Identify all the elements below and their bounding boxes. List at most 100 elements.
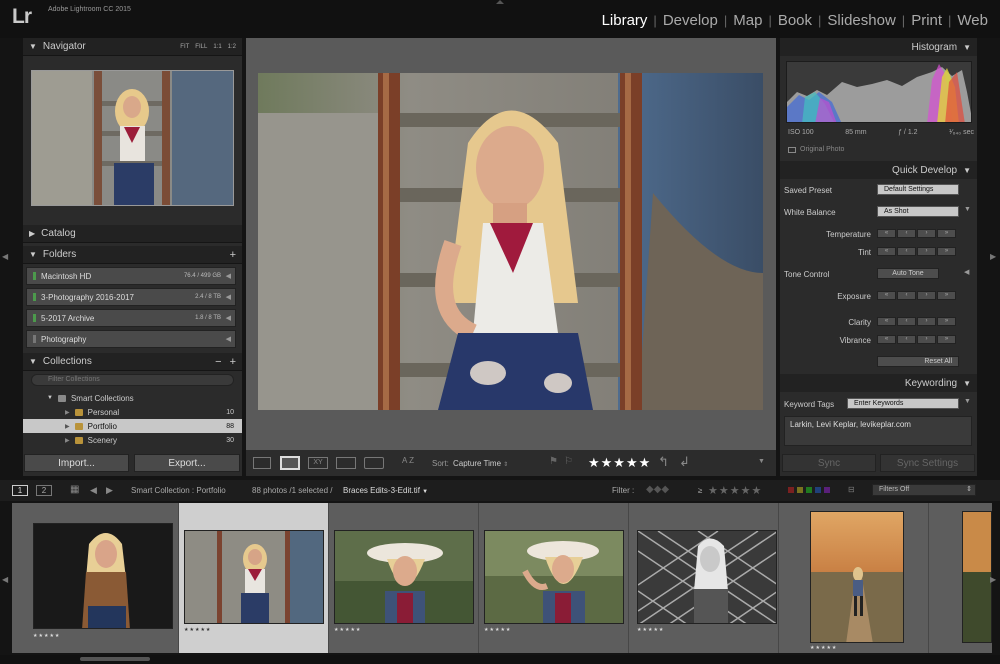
zoom-1-2[interactable]: 1:2 xyxy=(228,44,236,50)
rotate-right-icon[interactable]: ↲ xyxy=(679,454,690,470)
vibrance-steppers[interactable]: «‹ ›» xyxy=(877,335,956,344)
grid-icon[interactable]: ▦ xyxy=(70,484,79,495)
blue-label-icon[interactable] xyxy=(815,487,821,493)
film-thumbnail[interactable] xyxy=(637,530,777,624)
back-arrow-icon[interactable]: ◀ xyxy=(90,485,97,496)
zoom-fit[interactable]: FIT xyxy=(180,44,189,50)
flag-filter-icons[interactable]: ◆◆◆ xyxy=(646,484,669,495)
histogram-graph[interactable] xyxy=(786,61,972,123)
navigator-header[interactable]: ▼ Navigator FIT FILL 1:1 1:2 xyxy=(23,38,242,56)
compare-view-icon[interactable]: XY xyxy=(308,457,328,469)
filmstrip-right-arrow-icon[interactable]: ▶ xyxy=(990,575,996,584)
green-label-icon[interactable] xyxy=(806,487,812,493)
rotate-left-icon[interactable]: ↰ xyxy=(658,454,669,470)
forward-arrow-icon[interactable]: ▶ xyxy=(106,485,113,496)
color-label-filter[interactable] xyxy=(788,487,830,493)
module-web[interactable]: Web xyxy=(951,12,994,29)
loupe-view-icon[interactable] xyxy=(280,456,300,470)
tone-expand-icon[interactable]: ◀ xyxy=(964,268,969,276)
collection-scenery[interactable]: ▶ Scenery 30 xyxy=(23,433,242,447)
purple-label-icon[interactable] xyxy=(824,487,830,493)
sync-button[interactable]: Sync xyxy=(782,454,876,472)
rating-filter-stars[interactable]: ★★★★★ xyxy=(708,484,762,497)
add-collection-icon[interactable]: + xyxy=(230,356,236,368)
catalog-header[interactable]: ▶ Catalog xyxy=(23,225,242,243)
navigator-preview[interactable] xyxy=(31,70,234,206)
sort-select[interactable]: Capture Time ⇕ xyxy=(453,459,508,468)
selected-file[interactable]: Braces Edits-3-Edit.tif ▼ xyxy=(343,486,428,495)
module-print[interactable]: Print xyxy=(905,12,948,29)
people-view-icon[interactable] xyxy=(364,457,384,469)
source-label[interactable]: Smart Collection : Portfolio xyxy=(131,486,226,495)
add-folder-icon[interactable]: + xyxy=(230,249,236,261)
export-button[interactable]: Export... xyxy=(134,454,240,472)
filmstrip-scrollbar[interactable] xyxy=(0,655,1000,664)
module-develop[interactable]: Develop xyxy=(657,12,724,29)
remove-collection-icon[interactable]: − xyxy=(215,356,221,368)
collapse-top-icon[interactable] xyxy=(496,0,504,4)
collections-header[interactable]: ▼ Collections − + xyxy=(23,353,242,371)
zoom-1-1[interactable]: 1:1 xyxy=(213,44,221,50)
volume-arrow-icon[interactable]: ◀ xyxy=(226,335,231,343)
film-cell[interactable]: ★★★★★ xyxy=(29,503,179,653)
volume-2017-archive[interactable]: 5-2017 Archive 1.8 / 8 TB ◀ xyxy=(26,309,236,327)
histogram-header[interactable]: Histogram ▼ xyxy=(780,38,977,56)
red-label-icon[interactable] xyxy=(788,487,794,493)
auto-tone-button[interactable]: Auto Tone xyxy=(877,268,939,279)
lock-icon[interactable]: ⊟ xyxy=(848,485,855,494)
main-photo[interactable] xyxy=(258,73,763,410)
film-cell[interactable]: ★★★★★ xyxy=(779,503,929,653)
quick-develop-header[interactable]: Quick Develop ▼ xyxy=(780,161,977,179)
module-library[interactable]: Library xyxy=(596,12,654,29)
keywords-textarea[interactable]: Larkin, Levi Keplar, levikeplar.com xyxy=(784,416,972,446)
smart-collections-folder[interactable]: ▼ Smart Collections xyxy=(23,391,242,405)
film-cell-selected[interactable]: ★★★★★ xyxy=(179,503,329,653)
yellow-label-icon[interactable] xyxy=(797,487,803,493)
rating-ge[interactable]: ≥ xyxy=(698,486,702,495)
white-balance-select[interactable]: As Shot xyxy=(877,206,959,217)
volume-macintosh-hd[interactable]: Macintosh HD 76.4 / 499 GB ◀ xyxy=(26,267,236,285)
temperature-steppers[interactable]: «‹ ›» xyxy=(877,229,956,238)
volume-arrow-icon[interactable]: ◀ xyxy=(226,293,231,301)
clarity-steppers[interactable]: «‹ ›» xyxy=(877,317,956,326)
film-thumbnail[interactable] xyxy=(334,530,474,624)
film-cell[interactable]: ★★★★★ xyxy=(329,503,479,653)
volume-arrow-icon[interactable]: ◀ xyxy=(226,272,231,280)
flag-reject-icon[interactable]: ⚐ xyxy=(564,456,573,467)
volume-photography-2016[interactable]: 3-Photography 2016-2017 2.4 / 8 TB ◀ xyxy=(26,288,236,306)
filmstrip-scroll-thumb[interactable] xyxy=(80,657,150,661)
film-thumbnail[interactable] xyxy=(962,511,992,643)
module-map[interactable]: Map xyxy=(727,12,768,29)
secondary-window-button[interactable]: 2 xyxy=(36,485,52,496)
import-button[interactable]: Import... xyxy=(24,454,129,472)
exposure-steppers[interactable]: «‹ ›» xyxy=(877,291,956,300)
grid-view-icon[interactable] xyxy=(253,457,271,469)
sync-settings-button[interactable]: Sync Settings xyxy=(880,454,975,472)
filter-collections-input[interactable]: Filter Collections xyxy=(31,374,234,386)
film-cell[interactable]: ★★★★★ xyxy=(479,503,629,653)
module-slideshow[interactable]: Slideshow xyxy=(821,12,901,29)
module-book[interactable]: Book xyxy=(772,12,818,29)
keyword-expand-icon[interactable]: ▼ xyxy=(964,398,971,405)
filmstrip-left-arrow-icon[interactable]: ◀ xyxy=(2,575,8,584)
zoom-fill[interactable]: FILL xyxy=(195,44,207,50)
saved-preset-select[interactable]: Default Settings xyxy=(877,184,959,195)
film-thumbnail[interactable] xyxy=(184,530,324,624)
original-photo-toggle[interactable]: Original Photo xyxy=(788,146,844,153)
toolbar-menu-icon[interactable]: ▼ xyxy=(758,458,765,465)
filter-preset-select[interactable]: Filters Off ⇕ xyxy=(872,484,976,496)
wb-expand-icon[interactable]: ▼ xyxy=(964,206,971,213)
film-thumbnail[interactable] xyxy=(810,511,904,643)
right-panel-toggle-icon[interactable]: ▶ xyxy=(990,252,996,261)
collection-personal[interactable]: ▶ Personal 10 xyxy=(23,405,242,419)
volume-photography[interactable]: Photography ◀ xyxy=(26,330,236,348)
sort-direction-icon[interactable]: A Z xyxy=(402,456,414,465)
film-thumbnail[interactable] xyxy=(33,523,173,629)
tint-steppers[interactable]: «‹ ›» xyxy=(877,247,956,256)
left-panel-toggle-icon[interactable]: ◀ xyxy=(2,252,8,261)
primary-window-button[interactable]: 1 xyxy=(12,485,28,496)
collection-portfolio[interactable]: ▶ Portfolio 88 xyxy=(23,419,242,433)
reset-all-button[interactable]: Reset All xyxy=(877,356,959,367)
film-cell[interactable]: ★★★★★ xyxy=(629,503,779,653)
survey-view-icon[interactable] xyxy=(336,457,356,469)
